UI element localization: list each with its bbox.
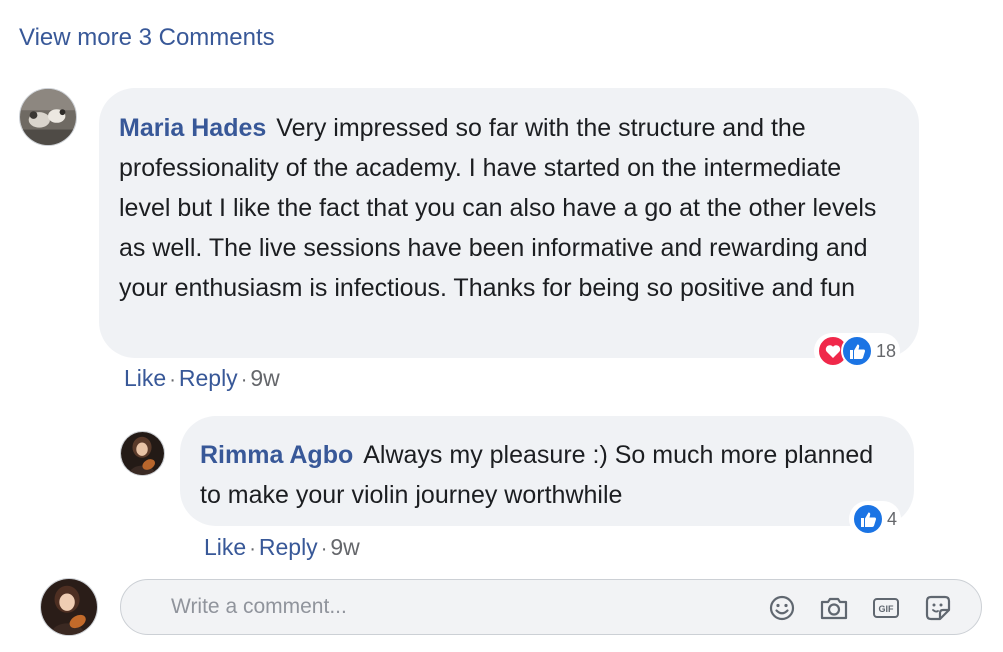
reply-link[interactable]: Reply [259, 534, 318, 561]
comment-text-block: Maria Hades Very impressed so far with th… [119, 108, 899, 308]
like-icon [852, 503, 884, 535]
comment-bubble: Maria Hades Very impressed so far with th… [99, 88, 919, 358]
like-link[interactable]: Like [204, 534, 246, 561]
separator-dot: · [169, 369, 176, 391]
comment-actions: Like · Reply · 9w [124, 365, 280, 392]
comment-body: Very impressed so far with the structure… [119, 114, 877, 302]
gif-label: GIF [879, 604, 895, 614]
reaction-count: 4 [887, 508, 898, 529]
avatar-photo [121, 432, 164, 475]
separator-dot: · [249, 538, 256, 560]
comment-actions: Like · Reply · 9w [204, 534, 360, 561]
comments-section: View more 3 Comments Maria Hades Very imp… [0, 0, 1003, 652]
sticker-icon[interactable] [921, 592, 955, 624]
view-more-comments-link[interactable]: View more 3 Comments [19, 24, 275, 52]
like-icon [841, 335, 873, 367]
reaction-summary[interactable]: 4 [849, 501, 902, 537]
avatar[interactable] [19, 88, 77, 146]
current-user-avatar[interactable] [40, 578, 98, 636]
reaction-count: 18 [876, 340, 897, 361]
comment-composer: GIF [120, 579, 982, 635]
comment-timestamp[interactable]: 9w [330, 534, 359, 561]
avatar-photo [20, 89, 76, 145]
avatar-photo [41, 579, 97, 635]
avatar[interactable] [120, 431, 165, 476]
like-link[interactable]: Like [124, 365, 166, 392]
comment-author[interactable]: Rimma Agbo [200, 441, 353, 469]
comment-bubble: Rimma Agbo Always my pleasure :) So much … [180, 416, 914, 526]
gif-icon[interactable]: GIF [869, 592, 903, 624]
camera-icon[interactable] [817, 592, 851, 624]
emoji-icon[interactable] [765, 592, 799, 624]
reaction-summary[interactable]: 18 [814, 333, 901, 369]
separator-dot: · [320, 538, 328, 560]
comment-input[interactable] [171, 590, 731, 624]
comment-author[interactable]: Maria Hades [119, 114, 266, 142]
composer-actions: GIF [765, 592, 955, 624]
separator-dot: · [240, 369, 248, 391]
comment-text-block: Rimma Agbo Always my pleasure :) So much … [200, 435, 894, 515]
comment-timestamp[interactable]: 9w [250, 365, 279, 392]
reply-link[interactable]: Reply [179, 365, 238, 392]
